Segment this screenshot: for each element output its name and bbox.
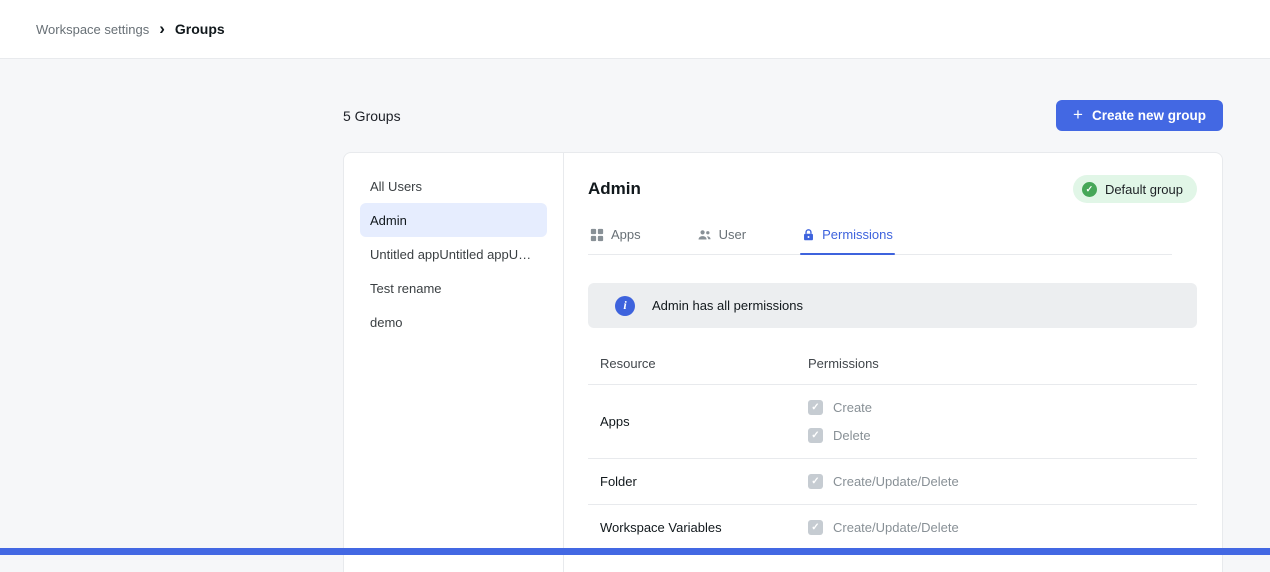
lock-icon — [802, 228, 815, 242]
wsvar-cud-checkbox[interactable] — [808, 520, 823, 535]
tab-apps-label: Apps — [611, 227, 641, 242]
info-banner: i Admin has all permissions — [588, 283, 1197, 328]
group-item-untitled-app[interactable]: Untitled appUntitled appUntitle… — [360, 237, 547, 271]
create-new-group-label: Create new group — [1092, 108, 1206, 123]
folder-cud-checkbox[interactable] — [808, 474, 823, 489]
tab-user[interactable]: User — [695, 223, 748, 254]
tab-bar: Apps User — [588, 223, 1172, 255]
users-icon — [697, 228, 712, 242]
top-bar: Workspace settings › Groups — [0, 0, 1270, 59]
info-banner-text: Admin has all permissions — [652, 298, 803, 313]
permission-delete: Delete — [808, 428, 1197, 443]
table-row-apps: Apps Create Delete — [588, 385, 1197, 459]
group-detail-panel: Admin ✓ Default group Apps — [564, 153, 1222, 572]
resource-name: Workspace Variables — [600, 520, 808, 535]
tab-permissions[interactable]: Permissions — [800, 223, 895, 254]
content-header: 5 Groups + Create new group — [343, 100, 1223, 131]
resource-name: Apps — [600, 414, 808, 429]
header-resource: Resource — [600, 356, 808, 371]
groups-count: 5 Groups — [343, 108, 401, 124]
tab-apps[interactable]: Apps — [588, 223, 643, 254]
detail-header: Admin ✓ Default group — [588, 175, 1197, 203]
group-item-all-users[interactable]: All Users — [360, 169, 547, 203]
permission-create: Create — [808, 400, 1197, 415]
apps-grid-icon — [590, 228, 604, 242]
bottom-accent-bar — [0, 548, 1270, 555]
tab-user-label: User — [719, 227, 746, 242]
header-permissions: Permissions — [808, 356, 1197, 371]
table-row-workspace-variables: Workspace Variables Create/Update/Delete — [588, 505, 1197, 550]
default-group-label: Default group — [1105, 182, 1183, 197]
breadcrumb-chevron-icon: › — [159, 20, 165, 37]
permission-folder-cud: Create/Update/Delete — [808, 474, 1197, 489]
group-item-test-rename[interactable]: Test rename — [360, 271, 547, 305]
default-group-badge: ✓ Default group — [1073, 175, 1197, 203]
info-icon: i — [615, 296, 635, 316]
plus-icon: + — [1073, 106, 1083, 123]
group-item-demo[interactable]: demo — [360, 305, 547, 339]
delete-checkbox[interactable] — [808, 428, 823, 443]
group-list: All Users Admin Untitled appUntitled app… — [344, 153, 564, 572]
breadcrumb-current-groups: Groups — [175, 21, 225, 37]
permission-wsvar-cud: Create/Update/Delete — [808, 520, 1197, 535]
group-title: Admin — [588, 179, 641, 199]
permissions-cell: Create/Update/Delete — [808, 520, 1197, 535]
table-row-folder: Folder Create/Update/Delete — [588, 459, 1197, 505]
table-header: Resource Permissions — [588, 344, 1197, 385]
permissions-table: Resource Permissions Apps Create Delete — [588, 344, 1197, 550]
create-new-group-button[interactable]: + Create new group — [1056, 100, 1223, 131]
check-circle-icon: ✓ — [1082, 182, 1097, 197]
group-item-admin[interactable]: Admin — [360, 203, 547, 237]
tab-permissions-label: Permissions — [822, 227, 893, 242]
permissions-cell: Create Delete — [808, 400, 1197, 443]
resource-name: Folder — [600, 474, 808, 489]
create-checkbox[interactable] — [808, 400, 823, 415]
groups-card: All Users Admin Untitled appUntitled app… — [343, 152, 1223, 572]
breadcrumb-workspace-settings[interactable]: Workspace settings — [36, 22, 149, 37]
permissions-cell: Create/Update/Delete — [808, 474, 1197, 489]
